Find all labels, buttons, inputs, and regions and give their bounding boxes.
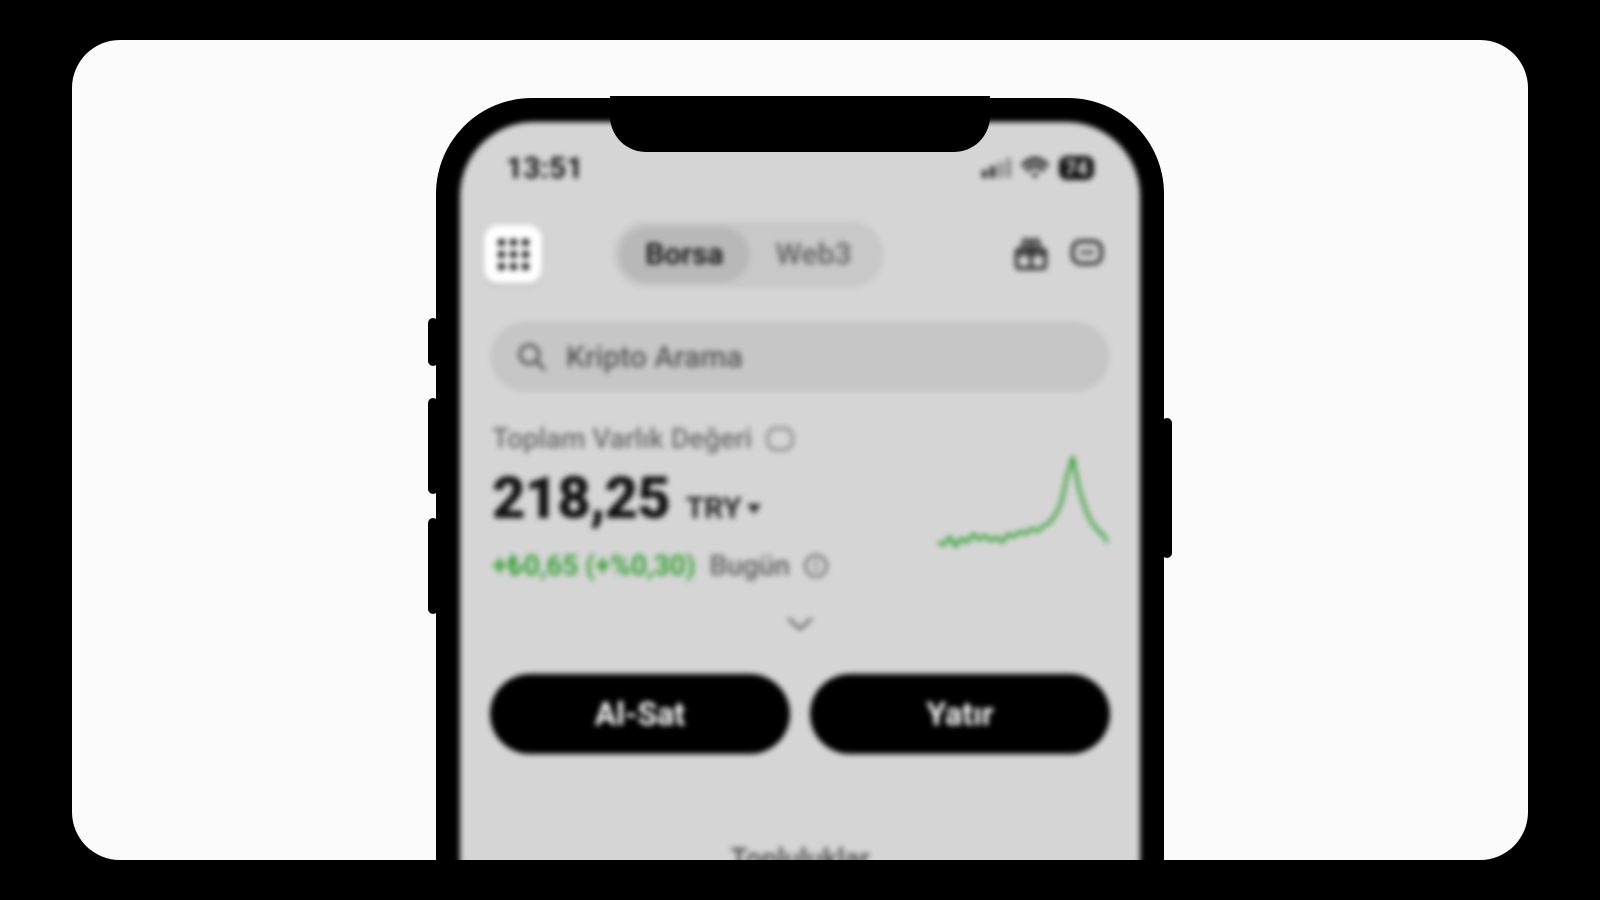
expand-portfolio-button[interactable]	[785, 614, 815, 638]
gift-icon[interactable]	[1012, 235, 1050, 273]
mode-segment: Borsa Web3	[613, 221, 883, 288]
info-icon[interactable]	[804, 554, 828, 578]
portfolio-currency: TRY	[686, 491, 742, 526]
status-indicators: 74	[982, 156, 1094, 180]
chevron-down-icon	[747, 504, 761, 514]
cellular-signal-icon	[982, 158, 1011, 178]
portfolio-value: 218,25	[492, 465, 670, 533]
phone-frame: 13:51 74	[436, 98, 1164, 860]
phone-volume-up	[428, 398, 438, 494]
tab-borsa[interactable]: Borsa	[619, 227, 749, 282]
apps-grid-button[interactable]	[484, 225, 542, 283]
chat-icon[interactable]	[1068, 235, 1106, 273]
phone-power-button	[1162, 418, 1172, 558]
search-input[interactable]: Kripto Arama	[490, 322, 1110, 392]
status-time: 13:51	[506, 151, 583, 186]
portfolio-label: Toplam Varlık Değeri	[492, 422, 752, 455]
search-icon	[516, 341, 548, 373]
tab-web3[interactable]: Web3	[750, 227, 878, 282]
grid-icon	[498, 239, 529, 270]
trade-button[interactable]: Al-Sat	[490, 674, 790, 754]
portfolio-summary: Toplam Varlık Değeri 218,25 TRY +₺0,65 (…	[492, 422, 1108, 582]
phone-notch	[610, 96, 990, 152]
phone-mute-switch	[428, 318, 438, 366]
phone-screen: 13:51 74	[460, 122, 1140, 860]
portfolio-currency-selector[interactable]: TRY	[686, 491, 762, 526]
battery-level: 74	[1059, 156, 1094, 180]
top-nav: Borsa Web3	[460, 220, 1140, 288]
deposit-button[interactable]: Yatır	[810, 674, 1110, 754]
portfolio-change: +₺0,65 (+%0,30)	[492, 549, 695, 582]
search-placeholder: Kripto Arama	[566, 340, 743, 375]
page-canvas: 13:51 74	[72, 40, 1528, 860]
communities-heading: Topluluklar	[460, 842, 1140, 860]
portfolio-sparkline	[938, 446, 1108, 556]
visibility-toggle-icon[interactable]	[766, 427, 794, 451]
portfolio-actions: Al-Sat Yatır	[490, 674, 1110, 754]
phone-volume-down	[428, 518, 438, 614]
portfolio-period: Bugün	[709, 549, 790, 582]
wifi-icon	[1021, 157, 1049, 179]
